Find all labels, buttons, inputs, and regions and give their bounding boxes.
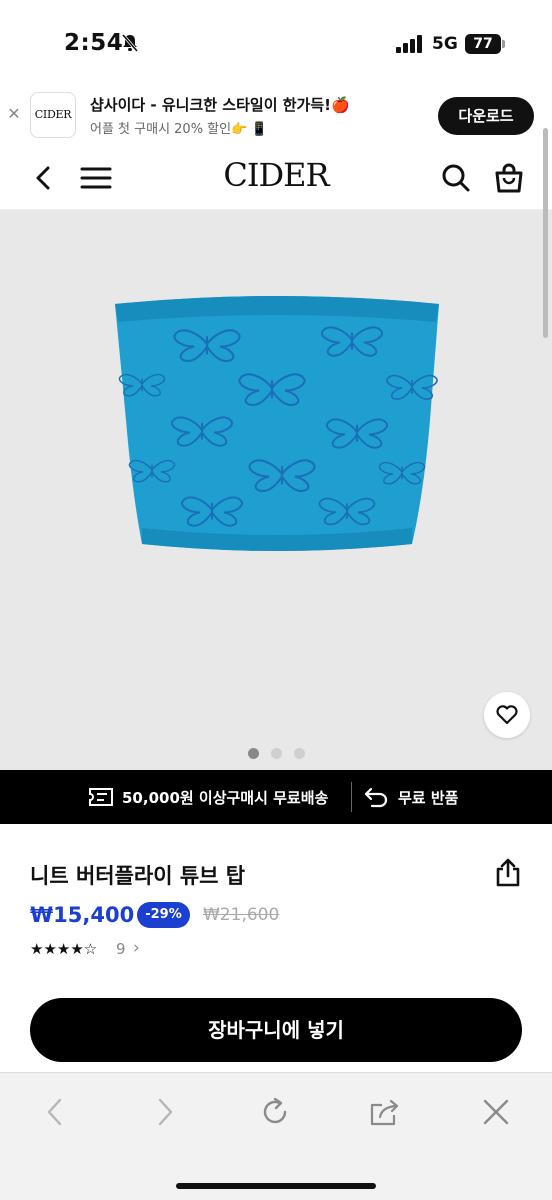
app-download-banner: ✕ CIDER 샵사이다 - 유니크한 스타일이 한가득!🍎 어플 첫 구매시 … [0,84,552,146]
review-count[interactable]: 9 [116,940,126,958]
benefits-strip: 50,000원 이상구매시 무료배송 무료 반품 [0,770,552,824]
wishlist-button[interactable] [484,692,530,738]
bell-muted-icon [121,34,139,52]
close-icon[interactable]: ✕ [6,104,22,123]
download-button[interactable]: 다운로드 [438,97,534,135]
battery-icon: 77 [465,34,505,54]
home-indicator[interactable] [176,1183,376,1189]
rating-stars[interactable]: ★★★★☆ [30,940,97,958]
free-return-text: 무료 반품 [398,789,459,807]
gallery-dot[interactable] [293,748,305,759]
signal-icon [396,35,422,53]
heart-icon [496,705,518,725]
shopping-bag-icon[interactable] [494,162,524,194]
banner-title: 샵사이다 - 유니크한 스타일이 한가득!🍎 [90,96,350,114]
status-bar: 2:54 5G 77 [0,0,552,84]
discount-badge: -29% [137,902,190,928]
product-title: 니트 버터플라이 튜브 탑 [30,864,246,888]
product-image-gallery[interactable] [0,210,552,770]
browser-back-icon[interactable] [38,1095,72,1129]
gallery-pagination [0,748,552,759]
chevron-right-icon[interactable]: › [133,938,140,958]
delivery-icon [89,788,113,806]
original-price: ₩21,600 [203,905,280,925]
status-time: 2:54 [64,30,124,56]
browser-toolbar [0,1072,552,1200]
free-shipping-text: 50,000원 이상구매시 무료배송 [122,789,329,807]
share-icon[interactable] [494,858,522,888]
banner-subtitle: 어플 첫 구매시 20% 할인👉 📱 [90,122,268,137]
nav-header: CIDER [0,146,552,210]
sale-price: ₩15,400 [30,903,135,927]
gallery-dot[interactable] [270,748,282,759]
app-logo: CIDER [30,92,76,138]
reload-icon[interactable] [258,1095,292,1129]
product-image [115,296,439,551]
browser-forward-icon[interactable] [148,1095,182,1129]
divider [351,782,352,812]
share-browser-icon[interactable] [368,1095,402,1129]
search-icon[interactable] [441,163,471,193]
add-to-cart-button[interactable]: 장바구니에 넣기 [30,998,522,1062]
network-type: 5G [432,34,458,54]
return-icon [364,787,388,808]
scrollbar[interactable] [543,128,548,338]
close-tab-icon[interactable] [479,1095,513,1129]
gallery-dot[interactable] [247,748,259,759]
